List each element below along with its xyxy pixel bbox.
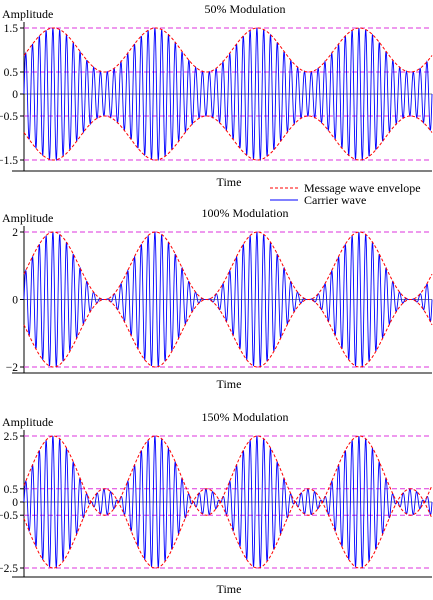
legend: Message wave envelopeCarrier wave bbox=[270, 181, 421, 207]
carrier-wave-line bbox=[23, 28, 433, 162]
chart-title: 150% Modulation bbox=[202, 410, 289, 424]
x-axis-label: Time bbox=[217, 175, 242, 189]
carrier-wave-line bbox=[23, 436, 433, 569]
envelope-upper-line bbox=[23, 27, 433, 73]
y-tick-label: −0.5 bbox=[0, 111, 18, 123]
y-tick-label: −0.5 bbox=[0, 510, 18, 522]
carrier-wave-line bbox=[23, 232, 433, 368]
y-tick-label: 0 bbox=[12, 89, 18, 101]
y-tick-label: 0.5 bbox=[4, 67, 19, 79]
x-axis-label: Time bbox=[217, 582, 242, 596]
chart-panel-3: 150% Modulation Amplitude 2.5 0.50−0.5 −2.5 T… bbox=[0, 410, 433, 596]
chart-title: 50% Modulation bbox=[205, 2, 286, 16]
y-tick-label: 0.5 bbox=[4, 484, 19, 496]
chart-panel-2: 100% Modulation Amplitude 2 0 −2 Time bbox=[2, 206, 433, 391]
chart-panel-1: 50% Modulation Amplitude 1.5 0.5 0 −0.5 −1.5 Ti… bbox=[0, 2, 433, 189]
chart-title: 100% Modulation bbox=[202, 206, 289, 220]
y-tick-label: −1.5 bbox=[0, 155, 18, 167]
envelope-lower-line bbox=[23, 115, 433, 161]
y-tick-label: −2 bbox=[6, 362, 18, 374]
y-tick-label: 1.5 bbox=[4, 23, 19, 35]
am-modulation-figure: 50% ModulationAmplitude1.50.50−0.5−1.5Ti… bbox=[0, 2, 433, 596]
y-tick-label: −2.5 bbox=[0, 563, 18, 575]
y-axis-label: Amplitude bbox=[2, 415, 53, 429]
y-axis-label: Amplitude bbox=[2, 211, 53, 225]
y-axis-label: Amplitude bbox=[2, 7, 53, 21]
y-tick-label: 2.5 bbox=[4, 431, 19, 443]
y-tick-label: 0 bbox=[12, 497, 18, 509]
y-tick-label: 0 bbox=[12, 295, 18, 307]
x-axis-label: Time bbox=[217, 377, 242, 391]
y-tick-label: 2 bbox=[12, 227, 18, 239]
legend-label: Carrier wave bbox=[304, 193, 366, 207]
